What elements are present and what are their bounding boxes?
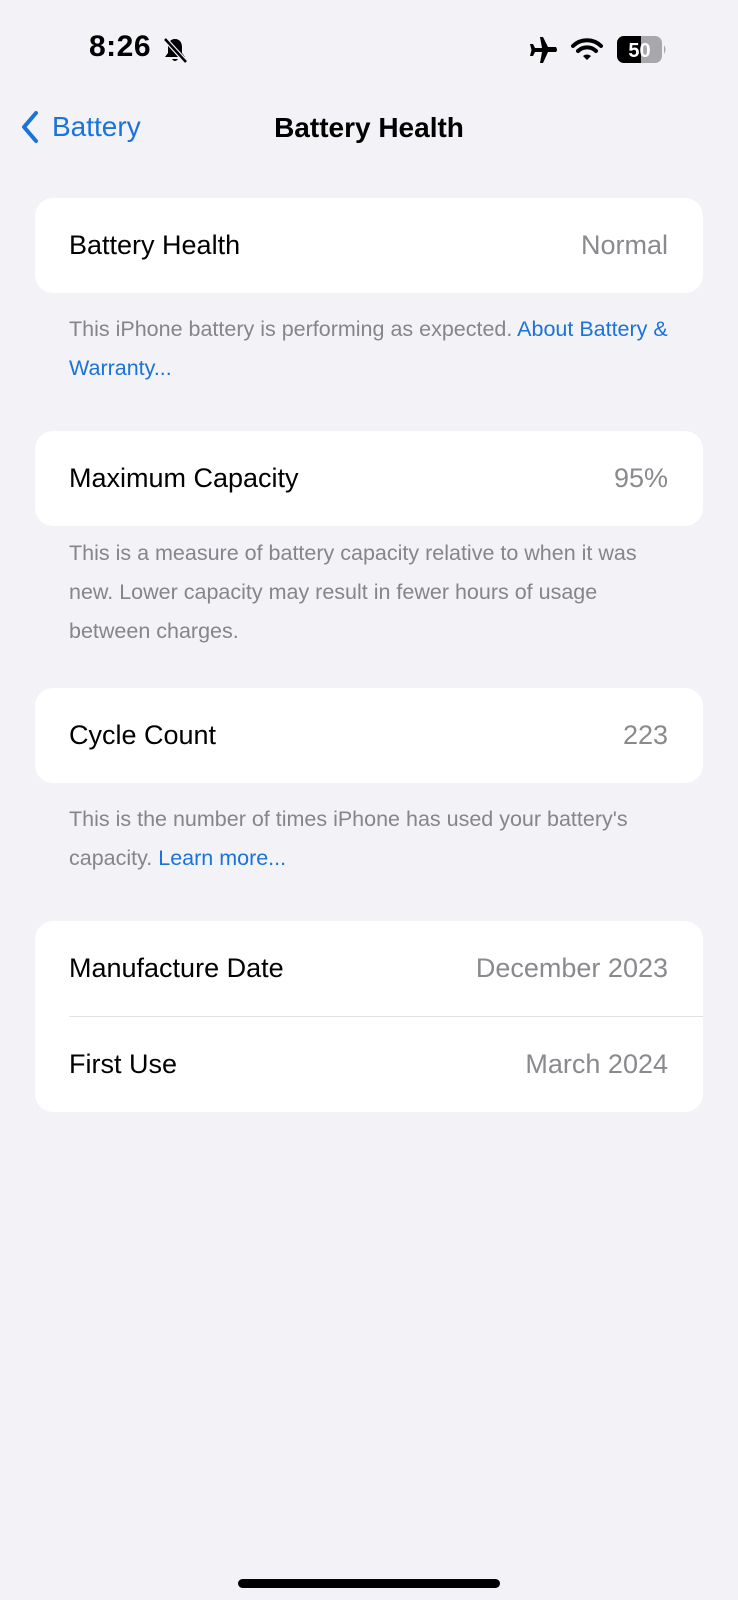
- maximum-capacity-label: Maximum Capacity: [69, 463, 299, 493]
- battery-health-label: Battery Health: [69, 230, 241, 260]
- airplane-icon: [530, 37, 557, 63]
- learn-more-link[interactable]: Learn more...: [158, 846, 286, 870]
- first-use-row: First Use March 2024: [35, 1017, 703, 1112]
- battery-health-row: Battery Health Normal: [35, 198, 703, 293]
- first-use-value: March 2024: [525, 1049, 668, 1079]
- maximum-capacity-value: 95%: [613, 463, 668, 493]
- bell-slash-icon: [163, 37, 188, 64]
- cycle-count-label: Cycle Count: [69, 720, 217, 750]
- wifi-icon: [571, 38, 603, 60]
- first-use-label: First Use: [69, 1049, 177, 1079]
- status-bar: 8:26 50: [0, 0, 738, 100]
- dates-card: Manufacture Date December 2023 First Use…: [35, 921, 703, 1112]
- page-title: Battery Health: [274, 112, 464, 143]
- battery-health-card: Battery Health Normal: [35, 198, 703, 293]
- maximum-capacity-card: Maximum Capacity 95%: [35, 431, 703, 526]
- cycle-count-value: 223: [622, 720, 668, 750]
- battery-health-value: Normal: [580, 230, 668, 260]
- cycle-count-footnote: This is the number of times iPhone has u…: [69, 800, 669, 878]
- cycle-count-footnote-text: This is the number of times iPhone has u…: [69, 807, 628, 870]
- maximum-capacity-footnote: This is a measure of battery capacity re…: [69, 541, 637, 643]
- battery-icon: 50: [617, 36, 666, 63]
- navigation-bar: Battery Battery Health: [0, 100, 738, 160]
- home-indicator[interactable]: [238, 1579, 500, 1588]
- manufacture-date-value: December 2023: [475, 953, 668, 983]
- battery-level-text: 50: [628, 40, 650, 62]
- battery-health-footnote-text: This iPhone battery is performing as exp…: [69, 317, 518, 341]
- battery-health-footnote: This iPhone battery is performing as exp…: [69, 310, 669, 388]
- cycle-count-card: Cycle Count 223: [35, 688, 703, 783]
- manufacture-date-row: Manufacture Date December 2023: [35, 921, 703, 1016]
- manufacture-date-label: Manufacture Date: [69, 953, 284, 983]
- status-time: 8:26: [89, 30, 152, 63]
- maximum-capacity-row: Maximum Capacity 95%: [35, 431, 703, 526]
- cycle-count-row: Cycle Count 223: [35, 688, 703, 783]
